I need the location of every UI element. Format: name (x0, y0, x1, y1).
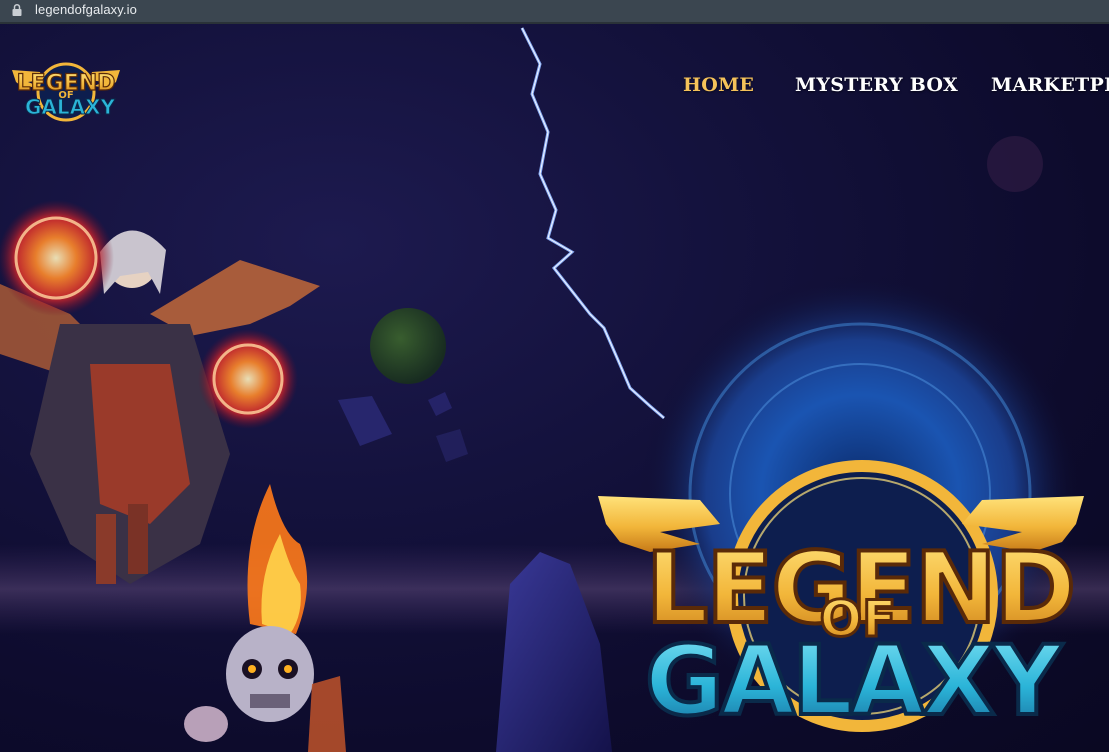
nav-marketplace[interactable]: MARKETPLA (991, 74, 1109, 96)
site-logo[interactable]: LEGEND OF GALAXY (10, 50, 122, 124)
browser-address-bar[interactable]: legendofgalaxy.io (0, 0, 1109, 24)
svg-text:GALAXY: GALAXY (645, 625, 1064, 737)
lock-icon (12, 3, 22, 16)
main-game-logo: LEGEND OF GALAXY (598, 460, 1084, 739)
nav-home[interactable]: HOME (683, 74, 754, 96)
hero-artwork: LEGEND OF GALAXY (0, 27, 1109, 752)
hero-section: LEGEND OF GALAXY LEGEND OF GALAXY HOME M… (0, 24, 1109, 752)
svg-text:GALAXY: GALAXY (25, 95, 116, 119)
nav-mystery-box[interactable]: MYSTERY BOX (795, 74, 958, 96)
url-text[interactable]: legendofgalaxy.io (35, 2, 137, 17)
